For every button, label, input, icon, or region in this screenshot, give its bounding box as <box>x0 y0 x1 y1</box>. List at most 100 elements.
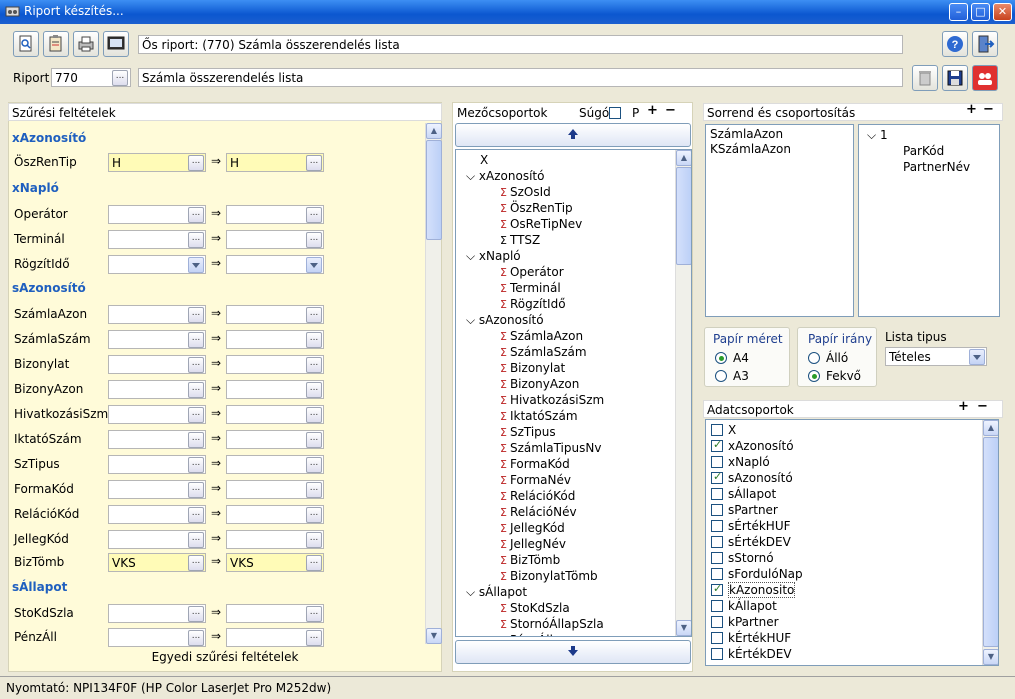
filter-scroll-up[interactable]: ▲ <box>426 123 442 139</box>
close-button[interactable]: ✕ <box>993 3 1012 21</box>
filter-to-lookup-button[interactable]: ... <box>306 155 322 171</box>
datagroup-checkbox[interactable] <box>711 488 723 500</box>
field-tree-leaf[interactable]: Σ BizonyAzon <box>500 377 579 391</box>
filter-to-lookup-button[interactable]: ... <box>306 382 322 398</box>
move-down-button[interactable] <box>455 640 691 664</box>
datagroup-item[interactable]: sStornó <box>711 551 774 565</box>
riport-name-field[interactable]: Számla összerendelés lista <box>138 68 903 87</box>
filter-to-lookup-button[interactable]: ... <box>306 532 322 548</box>
datagroup-checkbox[interactable] <box>711 568 723 580</box>
filter-to-lookup-button[interactable]: ... <box>306 606 322 622</box>
datagroup-checkbox[interactable] <box>711 438 723 452</box>
filter-from-lookup-button[interactable]: ... <box>188 630 204 646</box>
field-tree-leaf[interactable]: Σ SzámlaSzám <box>500 345 587 359</box>
filter-to-lookup-button[interactable]: ... <box>306 307 322 323</box>
datagroup-checkbox[interactable] <box>711 424 723 436</box>
field-tree-group[interactable]: ⌵ xAzonosító <box>466 169 544 184</box>
field-tree-leaf[interactable]: Σ SzámlaTipusNv <box>500 441 601 455</box>
fieldgroup-scroll-down[interactable]: ▼ <box>676 620 691 636</box>
datagroup-scroll-up[interactable]: ▲ <box>983 420 998 436</box>
field-tree-leaf[interactable]: Σ OsReTipNev <box>500 217 582 231</box>
custom-filter-label[interactable]: Egyedi szűrési feltételek <box>8 650 442 664</box>
datagroup-item[interactable]: xAzonosító <box>711 438 794 453</box>
collapse-icon[interactable]: ⌵ <box>867 128 876 142</box>
users-button[interactable] <box>972 65 998 91</box>
field-tree-leaf[interactable]: Σ BizTömb <box>500 553 560 567</box>
filter-from-lookup-button[interactable]: ... <box>188 382 204 398</box>
datagroup-scroll-down[interactable]: ▼ <box>983 649 998 665</box>
datagroup-checkbox[interactable] <box>711 552 723 564</box>
filter-from-lookup-button[interactable]: ... <box>188 155 204 171</box>
move-up-button[interactable] <box>455 123 691 147</box>
datagroup-checkbox[interactable] <box>711 520 723 532</box>
field-tree-leaf[interactable]: Σ SzámlaAzon <box>500 329 583 343</box>
datagroup-item[interactable]: sPartner <box>711 503 778 517</box>
paper-size-a4[interactable]: A4 <box>715 351 749 365</box>
field-tree-group[interactable]: ⌵ sAzonosító <box>466 313 544 328</box>
fieldgroup-scroll-thumb[interactable] <box>676 167 691 265</box>
group-child[interactable]: PartnerNév <box>903 160 970 174</box>
filter-to-lookup-button[interactable]: ... <box>306 332 322 348</box>
maximize-button[interactable]: □ <box>971 3 990 21</box>
expand-icon[interactable]: ⌵ <box>466 585 479 599</box>
field-tree-leaf[interactable]: Σ RögzítIdő <box>500 297 566 311</box>
riport-lookup-button[interactable]: ... <box>112 70 128 86</box>
datagroup-item[interactable]: sÉrtékDEV <box>711 535 791 549</box>
filter-from-lookup-button[interactable]: ... <box>188 457 204 473</box>
filter-from-lookup-button[interactable]: ... <box>188 332 204 348</box>
fieldgroup-add-icon[interactable]: + <box>647 103 658 118</box>
field-tree-leaf[interactable]: Σ Bizonylat <box>500 361 565 375</box>
sort-remove-icon[interactable]: − <box>983 102 994 117</box>
field-tree-leaf[interactable]: Σ Terminál <box>500 281 561 295</box>
filter-from-lookup-button[interactable]: ... <box>188 407 204 423</box>
filter-to-lookup-button[interactable]: ... <box>306 207 322 223</box>
sort-item[interactable]: SzámlaAzon <box>710 127 783 141</box>
field-tree-leaf[interactable]: Σ HivatkozásiSzm <box>500 393 604 407</box>
datagroup-item[interactable]: kPartner <box>711 615 779 629</box>
a4-radio[interactable] <box>715 352 727 364</box>
field-tree-leaf[interactable]: Σ FormaKód <box>500 457 570 471</box>
filter-from-lookup-button[interactable]: ... <box>188 357 204 373</box>
group-tree[interactable]: ⌵ 1 ParKód PartnerNév <box>858 124 1000 317</box>
datagroup-checkbox[interactable] <box>711 504 723 516</box>
fieldgroup-scrollbar[interactable]: ▲ ▼ <box>675 150 691 636</box>
datagroup-item[interactable]: sAzonosító <box>711 470 793 485</box>
fekvo-radio[interactable] <box>808 370 820 382</box>
datagroup-item[interactable]: X <box>711 423 736 437</box>
field-tree-leaf[interactable]: Σ FormaNév <box>500 473 571 487</box>
datagroup-item[interactable]: sÉrtékHUF <box>711 519 791 533</box>
datagroup-checkbox[interactable] <box>711 616 723 628</box>
expand-icon[interactable]: ⌵ <box>466 313 479 327</box>
filter-to-lookup-button[interactable]: ... <box>306 630 322 646</box>
filter-from-lookup-button[interactable]: ... <box>188 307 204 323</box>
filter-scroll-thumb[interactable] <box>426 140 442 240</box>
datagroup-item[interactable]: kAzonosito <box>711 582 796 598</box>
fieldgroup-remove-icon[interactable]: − <box>665 103 676 118</box>
expand-icon[interactable]: ⌵ <box>466 249 479 263</box>
edit-report-button[interactable] <box>43 31 69 57</box>
datagroup-add-icon[interactable]: + <box>958 399 969 414</box>
datagroup-item[interactable]: kÁllapot <box>711 599 777 613</box>
preview-button[interactable] <box>13 31 39 57</box>
datagroup-checkbox[interactable] <box>711 536 723 548</box>
filter-scrollbar[interactable]: ▲ ▼ <box>425 123 442 644</box>
filter-to-lookup-button[interactable]: ... <box>306 232 322 248</box>
datagroup-item[interactable]: sÁllapot <box>711 487 776 501</box>
export-button[interactable] <box>103 31 129 57</box>
filter-from-lookup-button[interactable]: ... <box>188 232 204 248</box>
datagroup-remove-icon[interactable]: − <box>977 399 988 414</box>
allo-radio[interactable] <box>808 352 820 364</box>
filter-from-lookup-button[interactable]: ... <box>188 606 204 622</box>
field-tree-group[interactable]: ⌵ xNapló <box>466 249 521 264</box>
filter-to-lookup-button[interactable]: ... <box>306 555 322 571</box>
field-tree-leaf[interactable]: Σ RelációNév <box>500 505 577 519</box>
field-tree-leaf[interactable]: Σ ÖszRenTip <box>500 201 573 215</box>
sugo-checkbox[interactable] <box>609 107 621 119</box>
orient-fekvo[interactable]: Fekvő <box>808 369 861 383</box>
filter-to-lookup-button[interactable]: ... <box>306 432 322 448</box>
help-button[interactable]: ? <box>942 31 968 57</box>
datagroup-scrollbar[interactable]: ▲ ▼ <box>982 420 998 665</box>
datagroup-checkbox[interactable] <box>711 582 723 596</box>
sort-list[interactable]: SzámlaAzon KSzámlaAzon <box>705 124 854 317</box>
field-tree-leaf[interactable]: Σ JellegNév <box>500 537 566 551</box>
